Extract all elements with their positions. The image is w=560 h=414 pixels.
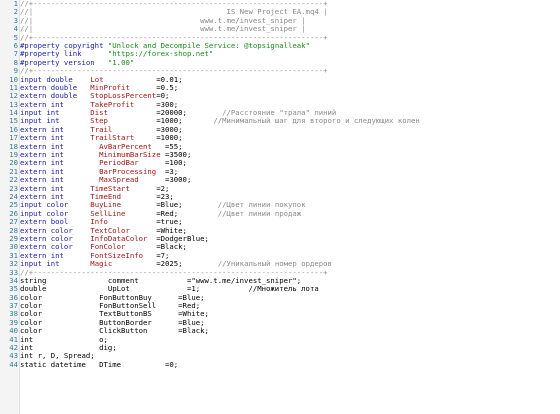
code-editor[interactable]: 1//+------------------------------------… (0, 0, 560, 414)
code-lines: 1//+------------------------------------… (0, 0, 560, 369)
inline-comment: //Минимальный шаг для второго и следующи… (213, 116, 420, 126)
inline-comment: //Цвет линии продаж (217, 208, 302, 218)
code-text: static datetime DTime =0; (20, 359, 179, 369)
code-line[interactable]: 44 static datetime DTime =0; (0, 359, 560, 369)
line-number: 44 (9, 359, 18, 369)
plain-code: static datetime DTime =0; (20, 359, 179, 369)
